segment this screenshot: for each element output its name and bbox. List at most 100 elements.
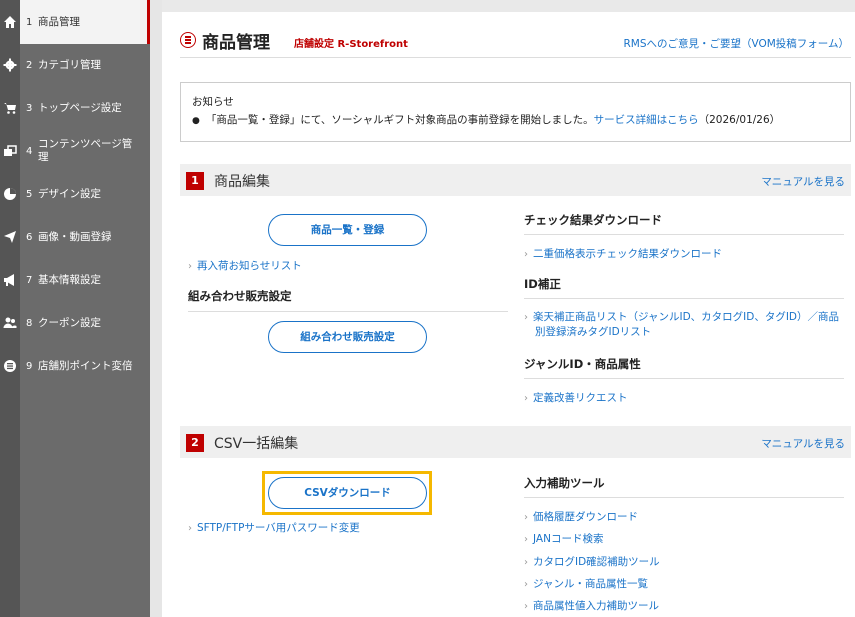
section-number-badge: 1	[186, 172, 204, 190]
sidebar-item-label: コンテンツページ管理	[38, 138, 133, 163]
chevron-right-icon: ›	[188, 523, 192, 534]
divider	[524, 298, 844, 299]
sidebar-item-num: 8	[26, 317, 33, 329]
notice-title: お知らせ	[192, 96, 234, 108]
sidebar-item-top-page[interactable]: 3 トップページ設定	[0, 95, 150, 121]
list-circle-icon	[180, 32, 196, 48]
link-text: ジャンル・商品属性一覧	[533, 578, 648, 590]
sidebar-gutter	[150, 0, 162, 617]
link-text: SFTP/FTPサーバ用パスワード変更	[197, 522, 360, 534]
sidebar-item-num: 7	[26, 274, 33, 286]
main-panel: 商品管理 店舗設定 R-Storefront RMSへのご意見・ご要望（VOM投…	[162, 12, 855, 617]
sidebar-icon-strip	[0, 0, 20, 617]
sidebar-item-label: 画像・動画登録	[38, 230, 112, 243]
sidebar: 1 商品管理 2 カテゴリ管理 3 トップページ設定 4 コンテンツページ管理 …	[0, 0, 150, 617]
check-result-heading: チェック結果ダウンロード	[524, 213, 662, 227]
sidebar-item-num: 2	[26, 59, 33, 71]
chevron-right-icon: ›	[524, 512, 528, 523]
page-title: 商品管理	[202, 33, 270, 53]
list-icon	[0, 359, 20, 373]
section-csv-edit-header: 2 CSV一括編集 マニュアルを見る	[180, 426, 851, 458]
csv-download-button[interactable]: CSVダウンロード	[268, 477, 427, 509]
sidebar-item-points[interactable]: 9 店舗別ポイント変倍	[0, 353, 150, 379]
chevron-right-icon: ›	[524, 557, 528, 568]
pages-icon	[0, 144, 20, 158]
sidebar-item-num: 5	[26, 188, 33, 200]
sidebar-item-label: クーポン設定	[38, 316, 101, 329]
sidebar-item-coupon[interactable]: 8 クーポン設定	[0, 310, 150, 336]
sidebar-item-content-pages[interactable]: 4 コンテンツページ管理	[0, 134, 150, 168]
combo-sales-heading: 組み合わせ販売設定	[188, 289, 292, 303]
rakuten-correction-list-link[interactable]: › 楽天補正商品リスト（ジャンルID、カタログID、タグID）／商品 別登録済みタグ…	[524, 310, 839, 339]
sidebar-item-design[interactable]: 5 デザイン設定	[0, 181, 150, 207]
definition-request-link[interactable]: › 定義改善リクエスト	[524, 390, 628, 405]
section-product-edit-header: 1 商品編集 マニュアルを見る	[180, 164, 851, 196]
notice-detail-link[interactable]: サービス詳細はこちら	[594, 114, 699, 126]
chevron-right-icon: ›	[188, 261, 192, 272]
users-icon	[0, 316, 20, 330]
sidebar-item-label: 店舗別ポイント変倍	[38, 359, 133, 372]
sidebar-item-label: トップページ設定	[38, 101, 122, 114]
catalog-id-tool-link[interactable]: › カタログID確認補助ツール	[524, 554, 660, 569]
divider	[524, 234, 844, 235]
section-title: CSV一括編集	[214, 436, 299, 452]
link-text: 定義改善リクエスト	[533, 392, 628, 404]
product-list-button[interactable]: 商品一覧・登録	[268, 214, 427, 246]
sidebar-item-num: 4	[26, 145, 33, 157]
sidebar-item-label: 基本情報設定	[38, 273, 101, 286]
link-text: カタログID確認補助ツール	[533, 556, 660, 568]
chevron-right-icon: ›	[524, 249, 528, 260]
sidebar-item-basic-info[interactable]: 7 基本情報設定	[0, 267, 150, 293]
section-title: 商品編集	[214, 174, 270, 190]
chevron-right-icon: ›	[524, 601, 528, 612]
notice-body: ● 「商品一覧・登録」にて、ソーシャルギフト対象商品の事前登録を開始しました。サー…	[192, 112, 780, 127]
sidebar-item-product-management[interactable]: 1 商品管理	[0, 0, 150, 44]
bullet-icon: ●	[192, 116, 200, 126]
jan-code-search-link[interactable]: › JANコード検索	[524, 531, 603, 546]
gear-icon	[0, 58, 20, 72]
chevron-right-icon: ›	[524, 534, 528, 545]
palette-icon	[0, 187, 20, 201]
megaphone-icon	[0, 273, 20, 287]
sidebar-item-label: カテゴリ管理	[38, 58, 101, 71]
notice-text: 「商品一覧・登録」にて、ソーシャルギフト対象商品の事前登録を開始しました。	[205, 114, 594, 126]
send-icon	[0, 230, 20, 244]
sidebar-item-num: 1	[26, 16, 33, 28]
attribute-value-tool-link[interactable]: › 商品属性値入力補助ツール	[524, 598, 659, 613]
combo-sales-button[interactable]: 組み合わせ販売設定	[268, 321, 427, 353]
double-price-download-link[interactable]: › 二重価格表示チェック結果ダウンロード	[524, 246, 722, 261]
link-text: 二重価格表示チェック結果ダウンロード	[533, 248, 722, 260]
sidebar-item-images[interactable]: 6 画像・動画登録	[0, 224, 150, 250]
link-text: JANコード検索	[533, 533, 604, 545]
feedback-link[interactable]: RMSへのご意見・ご要望（VOM投稿フォーム）	[623, 36, 849, 51]
store-subtitle: 店舗設定 R-Storefront	[294, 39, 408, 50]
link-text: 別登録済みタグIDリスト	[535, 326, 652, 338]
page-header: 商品管理 店舗設定 R-Storefront RMSへのご意見・ご要望（VOM投…	[180, 28, 851, 58]
notice-date: （2026/01/26）	[698, 114, 781, 126]
sidebar-item-label: 商品管理	[38, 15, 80, 28]
chevron-right-icon: ›	[524, 393, 528, 404]
notice-box: お知らせ ● 「商品一覧・登録」にて、ソーシャルギフト対象商品の事前登録を開始しま…	[180, 82, 851, 142]
link-text: 商品属性値入力補助ツール	[533, 600, 659, 612]
genre-attribute-list-link[interactable]: › ジャンル・商品属性一覧	[524, 576, 648, 591]
sidebar-item-num: 3	[26, 102, 33, 114]
cart-icon	[0, 101, 20, 115]
input-tools-heading: 入力補助ツール	[524, 476, 605, 490]
link-text: 楽天補正商品リスト（ジャンルID、カタログID、タグID）／商品	[533, 311, 840, 323]
manual-link[interactable]: マニュアルを見る	[761, 436, 845, 451]
restock-notice-link[interactable]: › 再入荷お知らせリスト	[188, 258, 302, 273]
home-icon	[0, 0, 20, 44]
id-correction-heading: ID補正	[524, 277, 561, 291]
sidebar-item-num: 9	[26, 360, 33, 372]
genre-attribute-heading: ジャンルID・商品属性	[524, 357, 641, 371]
chevron-right-icon: ›	[524, 579, 528, 590]
sidebar-item-num: 6	[26, 231, 33, 243]
price-history-download-link[interactable]: › 価格履歴ダウンロード	[524, 509, 638, 524]
divider	[524, 378, 844, 379]
sidebar-item-category[interactable]: 2 カテゴリ管理	[0, 52, 150, 78]
link-text: 価格履歴ダウンロード	[533, 511, 638, 523]
divider	[524, 497, 844, 498]
link-text: 再入荷お知らせリスト	[197, 260, 302, 272]
manual-link[interactable]: マニュアルを見る	[761, 174, 845, 189]
sftp-password-link[interactable]: › SFTP/FTPサーバ用パスワード変更	[188, 520, 360, 535]
